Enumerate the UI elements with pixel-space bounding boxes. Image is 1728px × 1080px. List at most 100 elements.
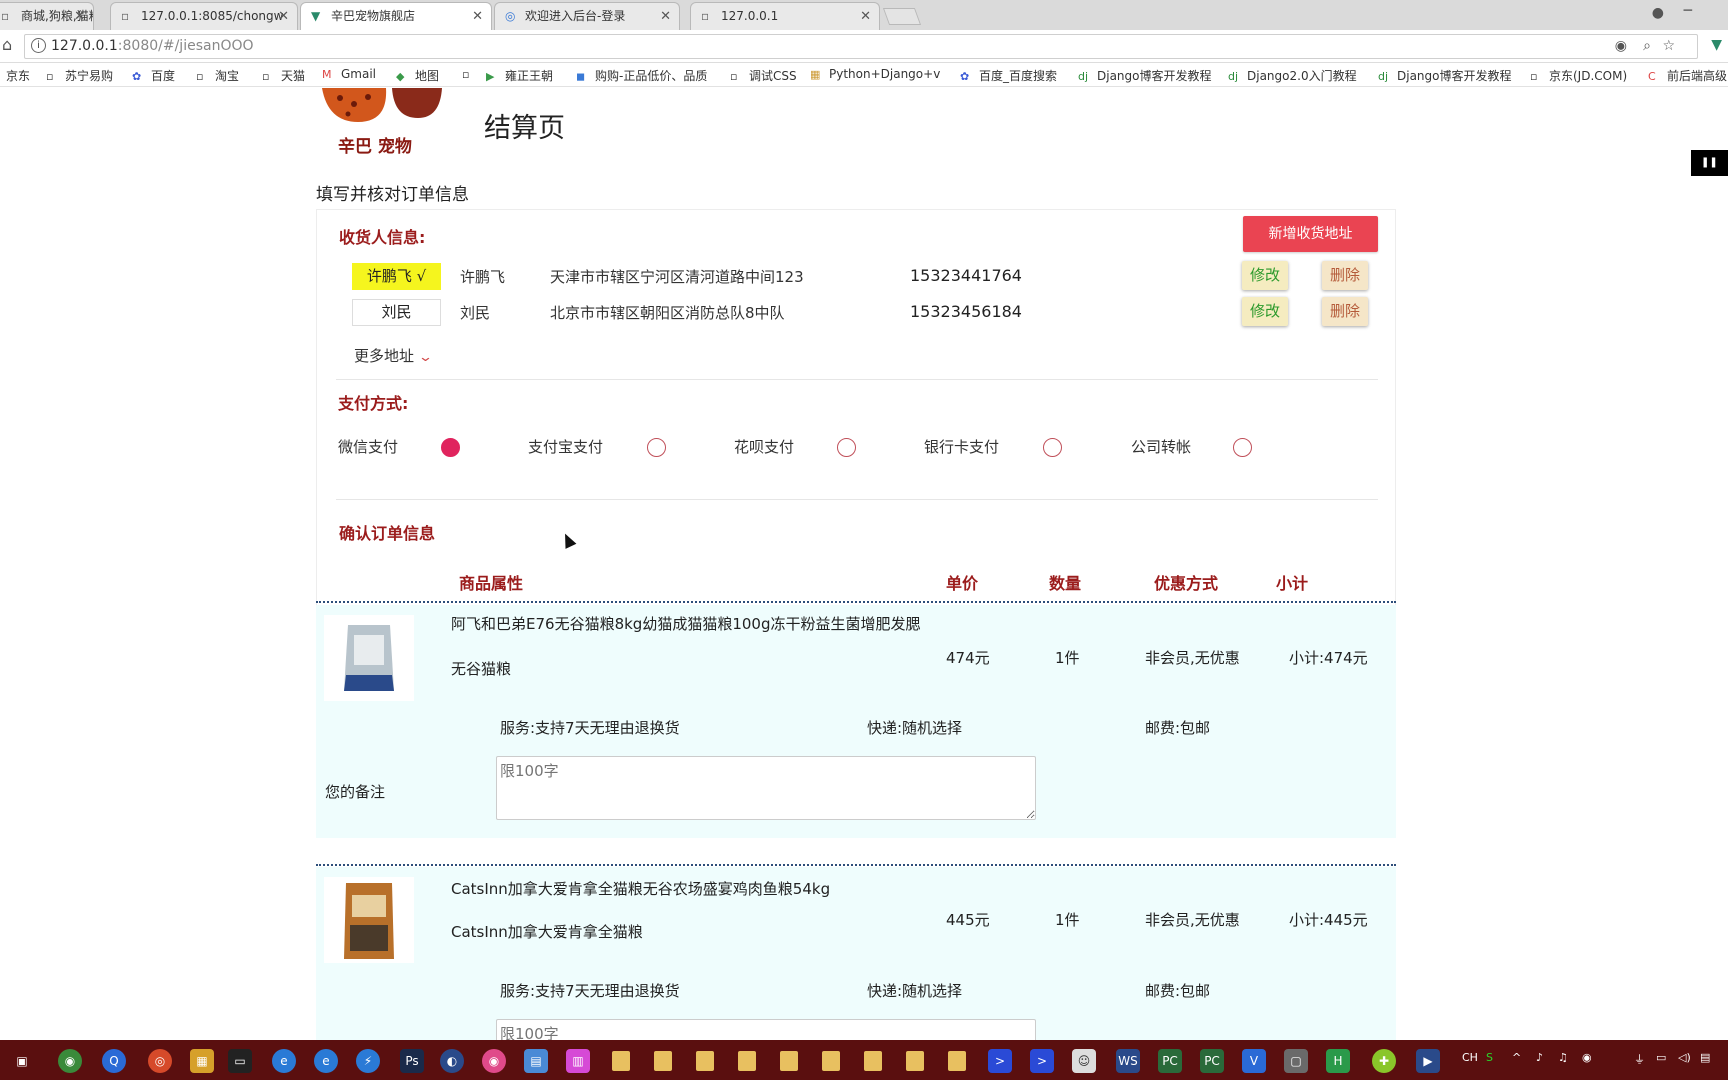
volume-icon[interactable]: ◁) (1678, 1051, 1691, 1064)
address-select-tag[interactable]: 许鹏飞 √ (352, 263, 441, 290)
pycharm-icon[interactable]: PC (1200, 1049, 1224, 1073)
app-icon[interactable]: ▤ (524, 1049, 548, 1073)
folder-icon[interactable] (738, 1051, 756, 1071)
product-thumbnail[interactable] (324, 615, 414, 701)
profile-icon[interactable]: ● (1652, 5, 1664, 21)
vscode-icon[interactable]: V (1242, 1049, 1266, 1073)
delete-address-button[interactable]: 删除 (1322, 297, 1368, 326)
tab-pet-store[interactable]: ▼ 辛巴宠物旗舰店 ✕ (300, 2, 492, 30)
bell-icon[interactable]: ♫ (1558, 1051, 1568, 1064)
mic-icon[interactable]: ♪ (1536, 1051, 1543, 1064)
tab-localhost[interactable]: ▫ 127.0.0.1 ✕ (690, 2, 880, 30)
tab-localhost-8085[interactable]: ▫ 127.0.0.1:8085/chongw ✕ (110, 2, 298, 30)
address-select-tag[interactable]: 刘民 (352, 299, 441, 326)
search-app-icon[interactable]: Q (102, 1049, 126, 1073)
ie-icon[interactable]: e (272, 1049, 296, 1073)
powershell-icon[interactable]: > (1030, 1049, 1054, 1073)
info-icon[interactable]: i (31, 38, 46, 53)
folder-icon[interactable] (864, 1051, 882, 1071)
new-tab-button[interactable] (882, 8, 922, 25)
folder-icon[interactable] (696, 1051, 714, 1071)
home-icon[interactable]: ⌂ (2, 35, 12, 54)
vue-devtools-icon[interactable]: ▼ (1711, 37, 1722, 53)
app-icon[interactable]: ◉ (58, 1049, 82, 1073)
bookmark-item[interactable]: ✿ 百度_百度搜索 (960, 67, 1057, 84)
app-tray-icon[interactable]: ◉ (1582, 1051, 1592, 1064)
payment-radio-alipay[interactable] (647, 438, 666, 457)
bookmark-item[interactable]: ✿ 百度 (132, 67, 175, 84)
star-icon[interactable]: ☆ (1662, 38, 1675, 54)
app-icon[interactable]: ✚ (1372, 1049, 1396, 1073)
bookmark-item[interactable]: ▫ 京东(JD.COM) (1530, 67, 1627, 84)
folder-icon[interactable] (906, 1051, 924, 1071)
hbuilder-icon[interactable]: H (1326, 1049, 1350, 1073)
usb-icon[interactable]: ⏚ (1634, 1051, 1645, 1067)
ime-indicator[interactable]: CH (1462, 1051, 1478, 1064)
bookmark-item[interactable]: ▦ Python+Django+v (810, 67, 940, 81)
notification-icon[interactable]: ▤ (1700, 1051, 1710, 1064)
photoshop-icon[interactable]: Ps (400, 1049, 424, 1073)
bookmark-item[interactable]: ◼ 购购-正品低价、品质 (576, 67, 707, 84)
close-icon[interactable]: ✕ (660, 3, 671, 30)
edit-address-button[interactable]: 修改 (1242, 297, 1288, 326)
app-icon[interactable]: ◉ (482, 1049, 506, 1073)
edge-icon[interactable]: e (314, 1049, 338, 1073)
bookmark-item[interactable]: M Gmail (322, 67, 376, 81)
edit-address-button[interactable]: 修改 (1242, 261, 1288, 290)
bookmark-item[interactable]: ▶ 雍正王朝 (486, 67, 553, 84)
close-icon[interactable]: ✕ (74, 3, 85, 30)
folder-icon[interactable] (948, 1051, 966, 1071)
webstorm-icon[interactable]: WS (1116, 1049, 1140, 1073)
product-thumbnail[interactable] (324, 877, 414, 963)
media-icon[interactable]: ▶ (1416, 1049, 1440, 1073)
add-address-button[interactable]: 新增收货地址 (1243, 216, 1378, 252)
close-icon[interactable]: ✕ (278, 3, 289, 30)
payment-radio-company-transfer[interactable] (1233, 438, 1252, 457)
bookmark-item[interactable]: ▫ 苏宁易购 (46, 67, 113, 84)
payment-radio-wechat[interactable] (441, 438, 460, 457)
chevron-up-icon[interactable]: ^ (1512, 1051, 1521, 1064)
app-icon[interactable]: ▦ (190, 1049, 214, 1073)
pycharm-icon[interactable]: PC (1158, 1049, 1182, 1073)
bookmark-item[interactable]: ▫ 淘宝 (196, 67, 239, 84)
app-icon[interactable]: ▥ (566, 1049, 590, 1073)
store-logo[interactable]: 辛巴 宠物 (318, 88, 448, 157)
url-input[interactable]: i 127.0.0.1:8080/#/jiesanOOO ◉ ⌕ ☆ (24, 34, 1698, 59)
close-icon[interactable]: ✕ (472, 3, 483, 30)
floating-widget[interactable]: ❚❚ (1691, 150, 1728, 176)
bookmark-item[interactable]: ▫ (462, 67, 481, 81)
bookmark-item[interactable]: 京东 (6, 67, 30, 84)
bookmark-item[interactable]: C 前后端高级 (1648, 67, 1727, 84)
folder-icon[interactable] (822, 1051, 840, 1071)
terminal-icon[interactable]: ▭ (228, 1049, 252, 1073)
location-icon[interactable]: ◉ (1615, 38, 1627, 54)
remark-input[interactable] (496, 756, 1036, 820)
app-icon[interactable]: ▢ (1284, 1049, 1308, 1073)
bookmark-item[interactable]: dj Django博客开发教程 (1078, 67, 1212, 84)
folder-icon[interactable] (612, 1051, 630, 1071)
close-icon[interactable]: ✕ (860, 3, 871, 30)
payment-radio-bankcard[interactable] (1043, 438, 1062, 457)
app-icon[interactable]: ⚡ (356, 1049, 380, 1073)
bookmark-item[interactable]: dj Django博客开发教程 (1378, 67, 1512, 84)
bookmark-item[interactable]: ▫ 调试CSS (730, 67, 797, 84)
network-icon[interactable]: ▭ (1656, 1051, 1666, 1064)
payment-radio-huabei[interactable] (837, 438, 856, 457)
delete-address-button[interactable]: 删除 (1322, 261, 1368, 290)
task-view-icon[interactable]: ▣ (10, 1049, 34, 1073)
product-title[interactable]: 阿飞和巴弟E76无谷猫粮8kg幼猫成猫猫粮100g冻干粉益生菌增肥发腮 (451, 613, 920, 634)
chrome-icon[interactable]: ◎ (148, 1049, 172, 1073)
bookmark-item[interactable]: ▫ 天猫 (262, 67, 305, 84)
more-addresses-toggle[interactable]: 更多地址 ⌄ (354, 345, 433, 366)
folder-icon[interactable] (780, 1051, 798, 1071)
powershell-icon[interactable]: > (988, 1049, 1012, 1073)
minimize-icon[interactable]: ─ (1684, 3, 1692, 19)
bookmark-item[interactable]: ◆ 地图 (396, 67, 439, 84)
s-icon[interactable]: S (1486, 1051, 1493, 1064)
folder-icon[interactable] (654, 1051, 672, 1071)
bookmark-item[interactable]: dj Django2.0入门教程 (1228, 67, 1357, 84)
product-title[interactable]: CatsInn加拿大爱肯拿全猫粮无谷农场盛宴鸡肉鱼粮54kg (451, 878, 830, 899)
tab-admin-login[interactable]: ◎ 欢迎进入后台-登录 ✕ (494, 2, 680, 30)
avatar-icon[interactable]: ☺ (1072, 1049, 1096, 1073)
app-icon[interactable]: ◐ (440, 1049, 464, 1073)
